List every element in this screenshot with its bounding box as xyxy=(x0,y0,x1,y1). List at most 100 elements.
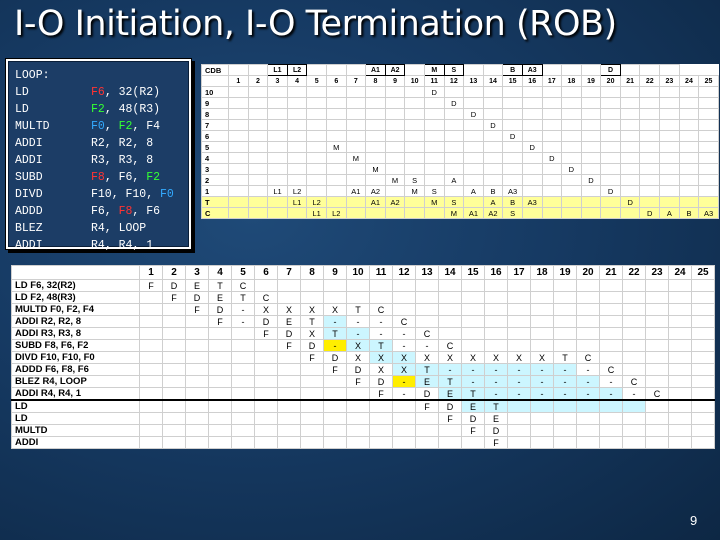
pipeline-cell xyxy=(185,351,209,364)
cdb-cell xyxy=(600,130,621,142)
pipeline-cell xyxy=(162,387,186,401)
pipeline-instruction-label: ADDI xyxy=(11,436,140,449)
pipeline-cell: C xyxy=(231,279,255,292)
pipeline-cell xyxy=(300,399,324,413)
cdb-cell: D xyxy=(482,119,504,131)
pipeline-cell xyxy=(208,412,232,425)
pipeline-cell xyxy=(254,351,278,364)
pipeline-cell xyxy=(277,436,301,449)
pipeline-cell: - xyxy=(438,363,462,376)
cdb-cell xyxy=(541,196,563,208)
operand-text: R2, R2, 8 xyxy=(91,137,154,150)
cdb-cell: D xyxy=(639,207,661,219)
code-opcode: BLEZ xyxy=(15,222,43,235)
pipeline-cell xyxy=(300,412,324,425)
pipeline-cell: - xyxy=(231,315,255,328)
cdb-cell xyxy=(463,141,484,153)
cdb-cell xyxy=(345,207,367,219)
cdb-cell xyxy=(502,86,523,98)
pipeline-cell xyxy=(208,424,232,437)
pipeline-cycle-number: 25 xyxy=(691,265,715,280)
pipeline-cell xyxy=(530,339,554,352)
pipeline-cell xyxy=(231,387,255,401)
pipeline-cell xyxy=(254,436,278,449)
code-opcode: ADDD xyxy=(15,205,43,218)
pipeline-cell xyxy=(645,424,669,437)
pipeline-cell xyxy=(691,279,715,292)
pipeline-cell xyxy=(553,412,577,425)
pipeline-cell xyxy=(415,279,439,292)
pipeline-cell xyxy=(668,412,692,425)
pipeline-cell xyxy=(576,279,600,292)
pipeline-cell xyxy=(530,412,554,425)
pipeline-cell: X xyxy=(346,351,370,364)
pipeline-cell xyxy=(599,327,623,340)
register-highlight: F2 xyxy=(118,120,133,133)
cdb-cell xyxy=(678,97,700,109)
pipeline-cell xyxy=(185,375,209,388)
cdb-cell xyxy=(482,152,504,164)
pipeline-cell xyxy=(599,351,623,364)
cdb-cell xyxy=(580,152,602,164)
register-highlight: F0 xyxy=(160,188,174,201)
pipeline-cell: T xyxy=(300,315,324,328)
cdb-row-label: 7 xyxy=(201,119,229,131)
pipeline-cell xyxy=(461,339,485,352)
cdb-cycle-number: 13 xyxy=(463,75,484,87)
pipeline-cell xyxy=(576,339,600,352)
cdb-cell xyxy=(619,207,641,219)
cdb-cell: A xyxy=(443,174,465,186)
pipeline-cell xyxy=(599,424,623,437)
cdb-cell xyxy=(286,174,308,186)
cdb-cell xyxy=(228,119,249,131)
pipeline-cell xyxy=(254,424,278,437)
cdb-cell xyxy=(247,119,269,131)
pipeline-cell xyxy=(369,291,393,304)
pipeline-cell xyxy=(691,339,715,352)
pipeline-cell xyxy=(484,339,508,352)
pipeline-cell xyxy=(392,279,416,292)
pipeline-cell xyxy=(139,351,163,364)
cdb-cell xyxy=(502,108,523,120)
cdb-cell xyxy=(521,174,543,186)
pipeline-cell xyxy=(438,424,462,437)
cdb-header-cell: A3 xyxy=(521,64,543,76)
cdb-cycle-number: 25 xyxy=(698,75,719,87)
cdb-cycle-number: 4 xyxy=(286,75,308,87)
pipeline-cell: D xyxy=(277,327,301,340)
cdb-cell xyxy=(325,163,347,175)
cdb-cycle-number: 20 xyxy=(600,75,621,87)
pipeline-cell xyxy=(438,315,462,328)
pipeline-cell xyxy=(346,424,370,437)
cdb-header-cell: L1 xyxy=(267,64,288,76)
pipeline-cell xyxy=(323,424,347,437)
cdb-cell xyxy=(365,86,386,98)
pipeline-cell xyxy=(392,424,416,437)
pipeline-cell xyxy=(461,291,485,304)
pipeline-cell: X xyxy=(507,351,531,364)
cdb-cell xyxy=(404,152,425,164)
pipeline-cell: - xyxy=(530,375,554,388)
pipeline-cell xyxy=(277,363,301,376)
pipeline-cell xyxy=(599,279,623,292)
pipeline-instruction-label: ADDI R4, R4, 1 xyxy=(11,387,140,401)
cdb-cell xyxy=(306,141,327,153)
pipeline-instruction-label: ADDI R2, R2, 8 xyxy=(11,315,140,328)
cdb-cell xyxy=(423,141,445,153)
pipeline-cell xyxy=(622,399,646,413)
cdb-cell xyxy=(502,97,523,109)
cdb-cell xyxy=(619,86,641,98)
pipeline-row: MULTD F0, F2, F4 F D - X X X X T C xyxy=(11,303,715,316)
pipeline-cell xyxy=(645,279,669,292)
cdb-cell xyxy=(698,119,719,131)
cdb-cell xyxy=(384,86,406,98)
pipeline-cell xyxy=(691,363,715,376)
cdb-cell xyxy=(502,174,523,186)
cdb-cell xyxy=(600,86,621,98)
cdb-cell: D xyxy=(561,163,582,175)
cdb-cell xyxy=(365,207,386,219)
cdb-cycle-number: 16 xyxy=(521,75,543,87)
pipeline-cell xyxy=(691,315,715,328)
pipeline-cell: - xyxy=(530,387,554,401)
pipeline-cell xyxy=(576,412,600,425)
